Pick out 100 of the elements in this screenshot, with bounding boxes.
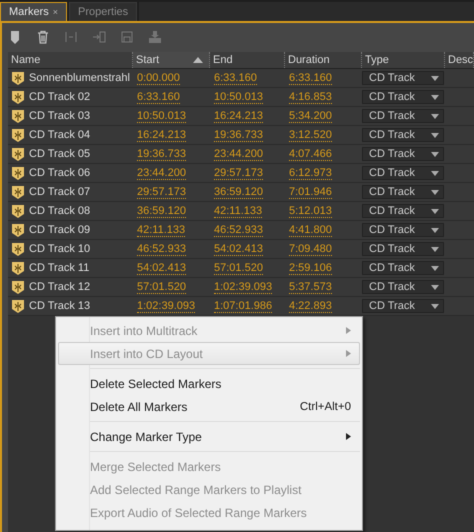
submenu-arrow-icon	[346, 350, 351, 357]
panel-tab[interactable]: Markers ×	[0, 2, 67, 21]
type-dropdown[interactable]: CD Track	[362, 223, 444, 237]
marker-name: CD Track 10	[29, 243, 90, 255]
marker-name: CD Track 07	[29, 186, 90, 198]
start-time[interactable]: 6:33.160	[137, 90, 180, 104]
duration-time[interactable]: 7:09.480	[289, 242, 332, 256]
marker-name: CD Track 13	[29, 300, 90, 312]
end-time[interactable]: 36:59.120	[214, 186, 263, 198]
dropdown-caret-icon	[431, 190, 439, 194]
end-time[interactable]: 54:02.413	[214, 242, 263, 256]
duration-time[interactable]: 5:34.200	[289, 110, 332, 122]
panel-tab[interactable]: Properties	[69, 2, 138, 21]
menu-item[interactable]: Change Marker Type	[58, 425, 360, 448]
trash-icon[interactable]	[36, 30, 50, 44]
start-time[interactable]: 29:57.173	[137, 186, 186, 198]
dropdown-caret-icon	[431, 266, 439, 270]
dropdown-caret-icon	[431, 208, 439, 214]
marker-icon	[12, 262, 24, 274]
duration-time[interactable]: 4:16.853	[289, 90, 332, 104]
marker-icon	[12, 90, 24, 104]
dropdown-caret-icon	[431, 132, 439, 138]
start-time[interactable]: 42:11.133	[137, 224, 186, 236]
close-icon[interactable]: ×	[52, 7, 58, 17]
column-header[interactable]: End	[210, 52, 285, 68]
marker-icon	[12, 242, 24, 256]
marker-name: CD Track 09	[29, 224, 90, 236]
duration-time[interactable]: 5:12.013	[289, 204, 332, 218]
marker-name: CD Track 03	[29, 110, 90, 122]
dropdown-caret-icon	[431, 170, 439, 176]
marker-name: CD Track 12	[29, 281, 90, 293]
type-dropdown[interactable]: CD Track	[362, 109, 444, 123]
duration-time[interactable]: 2:59.106	[289, 262, 332, 274]
start-time[interactable]: 1:02:39.093	[137, 300, 196, 312]
duration-time[interactable]: 4:22.893	[289, 300, 332, 312]
end-time[interactable]: 6:33.160	[214, 72, 257, 84]
menu-item[interactable]: Delete Selected Markers	[58, 372, 360, 395]
duration-time[interactable]: 4:07.466	[289, 148, 332, 160]
end-time[interactable]: 57:01.520	[214, 262, 263, 274]
type-dropdown[interactable]: CD Track	[362, 185, 444, 199]
type-dropdown[interactable]: CD Track	[362, 280, 444, 294]
column-header[interactable]: Type	[362, 52, 445, 68]
end-time[interactable]: 29:57.173	[214, 166, 263, 180]
end-time[interactable]: 1:07:01.986	[214, 300, 272, 312]
duration-time[interactable]: 4:41.800	[289, 224, 332, 236]
end-time[interactable]: 23:44.200	[214, 148, 263, 160]
start-time[interactable]: 10:50.013	[137, 110, 186, 122]
start-time[interactable]: 54:02.413	[137, 262, 186, 274]
dropdown-caret-icon	[431, 304, 439, 308]
start-time[interactable]: 57:01.520	[137, 280, 186, 294]
marker-icon	[12, 148, 24, 160]
end-time[interactable]: 16:24.213	[214, 110, 263, 122]
marker-icon	[12, 280, 24, 294]
column-header[interactable]: Desc	[445, 52, 474, 68]
end-time[interactable]: 1:02:39.093	[214, 280, 272, 294]
marker-icon	[12, 186, 24, 198]
start-time[interactable]: 19:36.733	[137, 148, 186, 160]
column-header[interactable]: Duration	[285, 52, 362, 68]
end-time[interactable]: 46:52.933	[214, 224, 263, 236]
marker-name: CD Track 05	[29, 148, 90, 160]
marker-icon	[12, 300, 24, 312]
start-time[interactable]: 46:52.933	[137, 242, 186, 256]
duration-time[interactable]: 5:37.573	[289, 280, 332, 294]
dropdown-caret-icon	[431, 228, 439, 232]
marker-name: CD Track 08	[29, 205, 90, 217]
duration-time[interactable]: 3:12.520	[289, 128, 332, 142]
end-time[interactable]: 10:50.013	[214, 90, 263, 104]
menu-item[interactable]: Delete All Markers Ctrl+Alt+0	[58, 395, 360, 418]
duration-time[interactable]: 7:01.946	[289, 186, 332, 198]
dropdown-caret-icon	[431, 246, 439, 252]
type-dropdown[interactable]: CD Track	[362, 90, 444, 104]
type-dropdown[interactable]: CD Track	[362, 242, 444, 256]
sort-arrow-icon	[193, 57, 203, 63]
type-dropdown[interactable]: CD Track	[362, 204, 444, 218]
dropdown-caret-icon	[431, 76, 439, 80]
start-time[interactable]: 0:00.000	[137, 72, 180, 84]
marker-icon[interactable]	[8, 30, 22, 44]
duration-time[interactable]: 6:33.160	[289, 72, 332, 84]
submenu-arrow-icon	[346, 433, 351, 440]
marker-name: CD Track 11	[29, 262, 90, 274]
column-header[interactable]: Start	[133, 52, 210, 68]
dropdown-caret-icon	[431, 114, 439, 118]
start-time[interactable]: 16:24.213	[137, 128, 186, 142]
type-dropdown[interactable]: CD Track	[362, 299, 444, 313]
start-time[interactable]: 36:59.120	[137, 204, 186, 218]
end-time[interactable]: 42:11.133	[214, 204, 262, 218]
marker-icon	[12, 110, 24, 122]
end-time[interactable]: 19:36.733	[214, 128, 263, 142]
marker-name: CD Track 04	[29, 129, 90, 141]
type-dropdown[interactable]: CD Track	[362, 166, 444, 180]
marker-icon	[12, 166, 24, 180]
type-dropdown[interactable]: CD Track	[362, 147, 444, 161]
dropdown-caret-icon	[431, 94, 439, 100]
duration-time[interactable]: 6:12.973	[289, 166, 332, 180]
type-dropdown[interactable]: CD Track	[362, 71, 444, 85]
type-dropdown[interactable]: CD Track	[362, 128, 444, 142]
marker-icon	[12, 204, 24, 218]
marker-icon	[12, 72, 24, 84]
type-dropdown[interactable]: CD Track	[362, 261, 444, 275]
start-time[interactable]: 23:44.200	[137, 166, 186, 180]
